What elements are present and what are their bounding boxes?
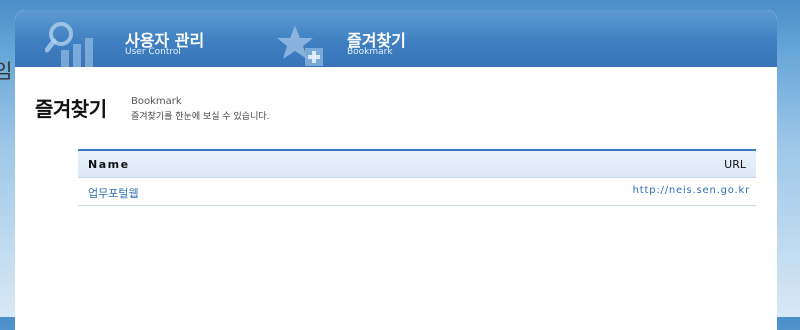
page-description: 즐겨찾기를 한눈에 보실 수 있습니다.	[131, 112, 270, 122]
tab-user-control-subtitle: User Control	[125, 47, 181, 57]
table-row[interactable]: 업무포털웹 http://neis.sen.go.kr	[78, 178, 756, 206]
bookmark-url-link[interactable]: http://neis.sen.go.kr	[633, 185, 750, 196]
top-nav-bar: 사용자 관리 User Control 즐겨찾기 Bookmark	[15, 10, 777, 67]
tab-bookmark-subtitle: Bookmark	[347, 47, 393, 57]
page-subtitle: Bookmark	[131, 96, 182, 107]
column-header-url: URL	[724, 158, 746, 171]
main-panel: 사용자 관리 User Control 즐겨찾기 Bookmark 즐겨찾기 B…	[15, 10, 777, 330]
bookmark-table: Name URL 업무포털웹 http://neis.sen.go.kr	[78, 149, 756, 206]
bookmark-name-link[interactable]: 업무포털웹	[88, 185, 139, 201]
table-header: Name URL	[78, 149, 756, 178]
tab-bookmark[interactable]: 즐겨찾기 Bookmark	[275, 10, 455, 67]
tab-user-control[interactable]: 사용자 관리 User Control	[44, 10, 250, 67]
clipped-edge-text: 임	[0, 59, 13, 83]
search-chart-icon	[44, 20, 105, 71]
page-title: 즐겨찾기	[35, 97, 107, 121]
star-add-icon	[275, 20, 335, 71]
column-header-name: Name	[88, 158, 130, 171]
